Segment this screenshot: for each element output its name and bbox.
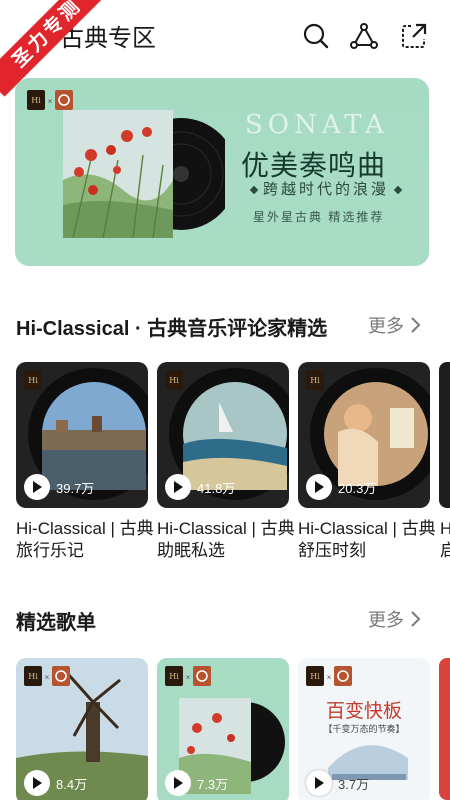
- play-icon[interactable]: [306, 474, 332, 500]
- play-count-value: 41.8万: [197, 480, 236, 496]
- brand-logo-icon: Hi: [24, 370, 42, 390]
- brand-logo-icon: Hi ×: [306, 666, 352, 686]
- playlist-partial-line1: Hi: [440, 519, 450, 538]
- brand-logo-icon: Hi: [165, 370, 183, 390]
- playlist-name-line2: 舒压时刻: [298, 541, 366, 560]
- brand-logo-icon: Hi: [306, 370, 324, 390]
- playlist-name-line1: Hi-Classical | 古典: [298, 519, 436, 538]
- play-icon[interactable]: [306, 770, 332, 796]
- chevron-right-icon: [411, 611, 421, 627]
- play-icon[interactable]: [165, 770, 191, 796]
- play-count: 7.3万: [165, 770, 228, 796]
- album-artwork-icon: [63, 110, 225, 238]
- svg-text:×: ×: [327, 673, 332, 682]
- svg-text:×: ×: [48, 97, 53, 106]
- playlist-card[interactable]: Hi × 7.3万: [157, 658, 289, 800]
- playlist-cover: Hi 20.3万: [298, 362, 430, 508]
- cover-subtitle: 【千变万态的节奏】: [323, 724, 405, 734]
- play-count-value: 20.3万: [338, 480, 377, 496]
- banner-tagline-text: 跨越时代的浪漫: [263, 180, 390, 198]
- playlist-name-line1: Hi-Classical | 古典: [16, 519, 154, 538]
- playlist-cover: Hi 39.7万: [16, 362, 148, 508]
- svg-text:Hi: Hi: [28, 672, 38, 681]
- playlist-cover: Hi × 7.3万: [157, 658, 289, 800]
- brand-logo-icon: Hi ×: [24, 666, 70, 686]
- featured-banner[interactable]: Hi × SONATA 优美奏鸣曲 跨越时代的浪漫 星外星古典 精选推荐: [15, 78, 429, 266]
- section-title-selected: 精选歌单: [16, 612, 96, 634]
- playlist-partial-line2: 启: [440, 541, 450, 560]
- playlist-cover: Hi 41.8万: [157, 362, 289, 508]
- cover-title: 百变快板: [325, 700, 402, 722]
- play-count: 20.3万: [306, 474, 376, 500]
- section-title-critics: Hi-Classical · 古典音乐评论家精选: [16, 318, 328, 340]
- play-count: 41.8万: [165, 474, 235, 500]
- play-count-value: 7.3万: [197, 776, 229, 792]
- play-count: 8.4万: [24, 770, 87, 796]
- playlist-card-partial[interactable]: [439, 362, 450, 508]
- playlist-partial-label: Hi 启: [440, 518, 450, 562]
- svg-text:Hi: Hi: [169, 376, 179, 385]
- svg-text:Hi: Hi: [310, 672, 320, 681]
- brand-logo-icon: Hi ×: [27, 90, 73, 110]
- svg-text:Hi: Hi: [169, 672, 179, 681]
- play-count-value: 39.7万: [56, 480, 95, 496]
- playlist-card[interactable]: Hi 20.3万 Hi-Classical | 古典 舒压时刻: [298, 362, 436, 562]
- svg-text:Hi: Hi: [28, 376, 38, 385]
- more-label: 更多: [368, 316, 404, 336]
- playlist-name-line2: 助眠私选: [157, 541, 225, 560]
- play-count: 39.7万: [24, 474, 94, 500]
- brand-logo-icon: Hi ×: [165, 666, 211, 686]
- play-count: 3.7万: [306, 770, 369, 796]
- more-link-critics[interactable]: 更多: [368, 312, 422, 338]
- chevron-right-icon: [411, 317, 421, 333]
- search-icon[interactable]: [302, 22, 330, 50]
- banner-subline: 星外星古典 精选推荐: [253, 210, 385, 224]
- banner-watermark: SONATA: [245, 110, 389, 140]
- playlist-name-line2: 旅行乐记: [16, 541, 84, 560]
- diamond-icon: [249, 185, 259, 195]
- more-link-selected[interactable]: 更多: [368, 606, 422, 632]
- playlist-card[interactable]: 百变快板 【千变万态的节奏】 Hi × 3.7万: [298, 658, 430, 800]
- playlist-name-line1: Hi-Classical | 古典: [157, 519, 295, 538]
- play-count-value: 3.7万: [338, 776, 370, 792]
- play-icon[interactable]: [165, 474, 191, 500]
- svg-text:×: ×: [186, 673, 191, 682]
- external-link-icon[interactable]: [400, 22, 428, 50]
- play-count-value: 8.4万: [56, 776, 88, 792]
- banner-tagline: 跨越时代的浪漫: [245, 178, 407, 199]
- playlist-cover: Hi × 8.4万: [16, 658, 148, 800]
- play-icon[interactable]: [24, 474, 50, 500]
- share-icon[interactable]: [350, 22, 378, 50]
- playlist-card[interactable]: Hi 39.7万 Hi-Classical | 古典 旅行乐记: [16, 362, 154, 562]
- svg-text:Hi: Hi: [31, 96, 41, 105]
- diamond-icon: [393, 185, 403, 195]
- playlist-card[interactable]: Hi 41.8万 Hi-Classical | 古典 助眠私选: [157, 362, 295, 562]
- svg-text:Hi: Hi: [310, 376, 320, 385]
- playlist-card[interactable]: Hi × 8.4万: [16, 658, 148, 800]
- playlist-card-partial[interactable]: [439, 658, 450, 800]
- more-label: 更多: [368, 610, 404, 630]
- playlist-cover: 百变快板 【千变万态的节奏】 Hi × 3.7万: [298, 658, 430, 800]
- svg-text:×: ×: [45, 673, 50, 682]
- play-icon[interactable]: [24, 770, 50, 796]
